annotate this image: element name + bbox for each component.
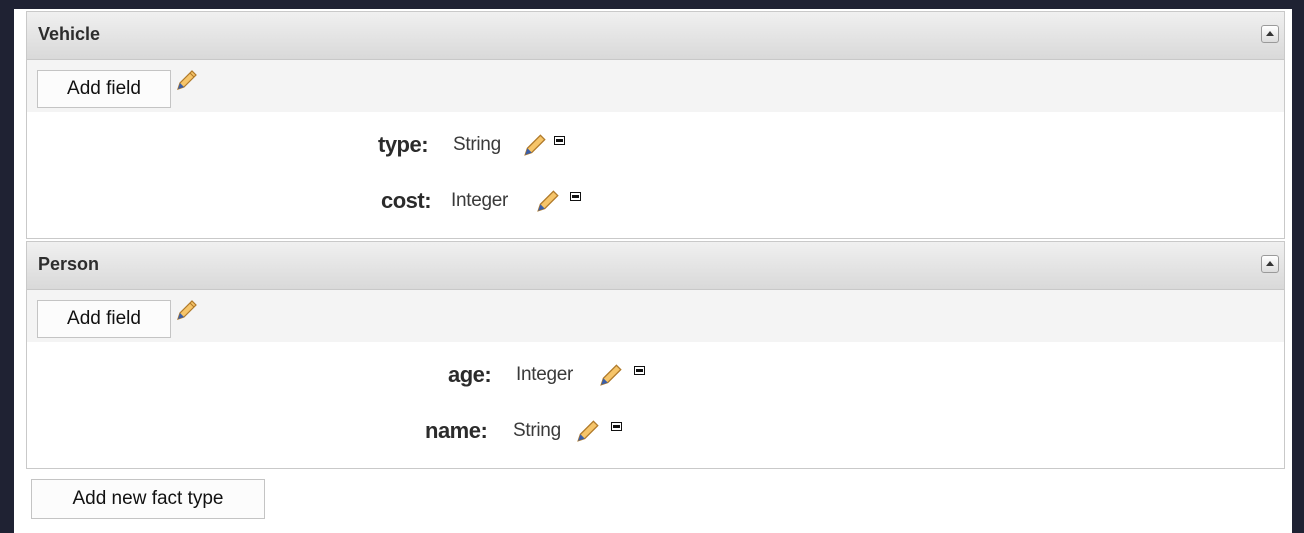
field-type: String	[513, 420, 561, 441]
fact-type-vehicle: Vehicle Add field type: String cost: Int…	[26, 11, 1285, 239]
fact-type-person: Person Add field age: Integer name: Stri…	[26, 241, 1285, 469]
field-type: Integer	[516, 364, 574, 385]
pencil-icon[interactable]	[522, 132, 548, 158]
pencil-icon[interactable]	[175, 68, 199, 92]
add-field-button[interactable]: Add field	[37, 300, 171, 338]
remove-icon[interactable]	[611, 422, 622, 431]
fact-type-title: Vehicle	[38, 24, 101, 44]
fact-types-panel: Vehicle Add field type: String cost: Int…	[14, 9, 1292, 533]
field-list: type: String cost: Integer	[27, 112, 1284, 238]
pencil-icon[interactable]	[175, 298, 199, 322]
collapse-up-icon[interactable]	[1261, 25, 1279, 43]
field-name: type:	[378, 132, 429, 157]
fact-type-header: Vehicle	[27, 12, 1284, 60]
fact-type-toolbar: Add field	[27, 60, 1284, 112]
field-name: age:	[448, 362, 492, 387]
add-field-button[interactable]: Add field	[37, 70, 171, 108]
field-name: name:	[425, 418, 488, 443]
pencil-icon[interactable]	[575, 418, 601, 444]
remove-icon[interactable]	[554, 136, 565, 145]
pencil-icon[interactable]	[598, 362, 624, 388]
field-name: cost:	[381, 188, 432, 213]
field-list: age: Integer name: String	[27, 342, 1284, 468]
fact-type-title: Person	[38, 254, 100, 274]
fact-type-header: Person	[27, 242, 1284, 290]
field-type: String	[453, 134, 501, 155]
pencil-icon[interactable]	[535, 188, 561, 214]
collapse-up-icon[interactable]	[1261, 255, 1279, 273]
remove-icon[interactable]	[570, 192, 581, 201]
remove-icon[interactable]	[634, 366, 645, 375]
field-type: Integer	[451, 190, 509, 211]
add-new-fact-type-button[interactable]: Add new fact type	[31, 479, 265, 519]
fact-type-toolbar: Add field	[27, 290, 1284, 342]
